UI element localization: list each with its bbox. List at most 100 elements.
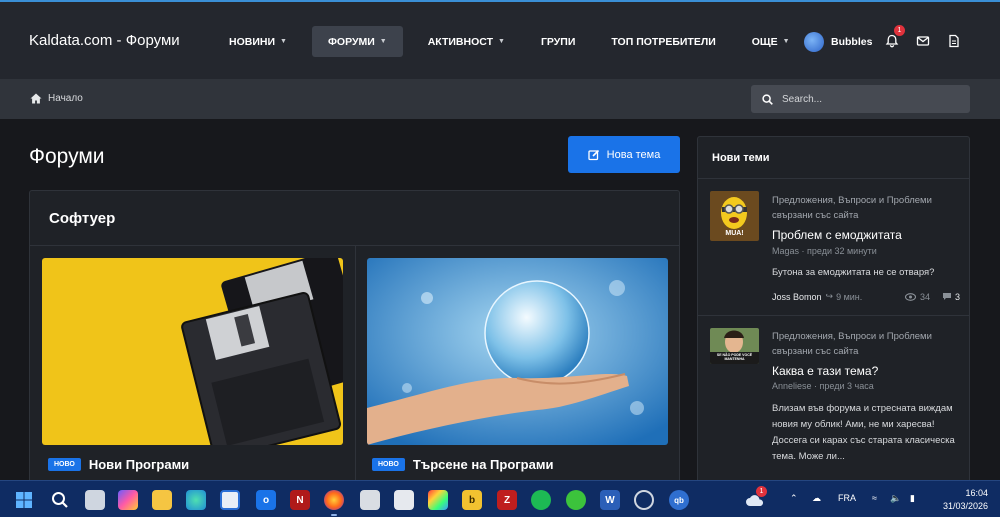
topic-thumbnail: MUA! [710,191,759,241]
reply-arrow-icon: ↪ [825,291,834,301]
divider [698,315,969,316]
main-nav: НОВИНИ ▼ ФОРУМИ ▼ АКТИВНОСТ ▼ ГРУПИ ТОП ПОТ… [218,26,815,57]
edge-icon[interactable] [186,490,206,510]
remote-app-icon[interactable] [634,490,654,510]
nav-groups-label: ГРУПИ [540,35,576,48]
clock-time: 16:04 [965,488,988,498]
site-brand[interactable]: Kaldata.com - Форуми [29,32,180,49]
file-explorer-icon[interactable] [152,490,172,510]
forum-tile-image-software-search[interactable] [367,258,668,445]
forum-name: Търсене на Програми [412,457,554,472]
topic-category[interactable]: Предложения, Въпроси и Проблеми свързани… [772,193,962,223]
breadcrumb-home: Начало [48,93,83,104]
topic-excerpt: Влизам във форума и стресната виждам нов… [772,403,955,462]
nav-forums[interactable]: ФОРУМИ ▼ [311,26,403,57]
search-input[interactable]: Search... [751,85,970,113]
document-app-icon[interactable] [394,490,414,510]
topic-thumbnail: SE NÃO PODE VOCÊ MANTENHA [710,328,759,364]
eye-icon [904,292,916,301]
chevron-down-icon: ▼ [280,38,287,45]
username: Bubbles [831,36,873,48]
word-icon[interactable]: W [600,490,620,510]
topic-meta: Anneliese · преди 3 часа [772,381,874,391]
nav-news-label: НОВИНИ [229,35,276,48]
battery-icon[interactable]: ▮ [910,493,915,504]
task-view-icon[interactable] [85,490,105,510]
topic-title[interactable]: Каква е тази тема? [772,364,878,378]
nav-top-users-label: ТОП ПОТРЕБИТЕЛИ [611,35,716,48]
widget-title: Нови теми [698,137,969,179]
topic-excerpt: Бутона за емоджитата не се отваря? [772,267,935,278]
breadcrumb[interactable]: Начало [30,93,83,104]
magnifier-app-icon[interactable] [360,490,380,510]
forum-tile-software-search[interactable]: НОВО Търсене на Програми [372,457,553,472]
home-icon [30,93,42,104]
nav-activity-label: АКТИВНОСТ [427,35,494,48]
search-icon [762,93,773,105]
search-icon[interactable] [50,490,70,510]
envelope-icon[interactable] [916,34,930,48]
topic-meta: Magas · преди 32 минути [772,246,877,256]
store-icon[interactable] [220,490,240,510]
volume-icon[interactable]: 🔈 [890,493,901,504]
nav-activity[interactable]: АКТИВНОСТ ▼ [417,26,516,57]
new-badge: НОВО [48,458,81,471]
os-taskbar: o N b Z W qb 1 ⌃ ☁ FRA ≈ 🔈 ▮ 16:04 31/03… [0,480,1000,517]
chevron-down-icon: ▼ [498,38,505,45]
thumbnail-caption: SE NÃO PODE VOCÊ MANTENHA [716,353,753,361]
qbittorrent-icon[interactable]: qb [669,490,689,510]
chevron-down-icon: ▼ [782,38,790,45]
copilot-icon[interactable] [118,490,138,510]
user-menu[interactable]: Bubbles [804,32,872,52]
forum-tile-image-new-programs[interactable] [42,258,343,445]
edit-icon [588,149,599,160]
topic-title[interactable]: Проблем с емоджитата [772,228,902,242]
bell-icon[interactable] [885,34,899,48]
wifi-icon[interactable]: ≈ [872,493,877,503]
globe-hand-image [367,258,668,445]
nav-forums-label: ФОРУМИ [327,35,375,48]
forum-tile-new-programs[interactable]: НОВО Нови Програми [48,457,189,472]
weather-badge: 1 [756,486,767,497]
outlook-icon[interactable]: o [256,490,276,510]
notification-badge: 1 [894,25,905,36]
page-title: Форуми [29,145,105,168]
category-title[interactable]: Софтуер [30,191,679,246]
app-icon[interactable]: N [290,490,310,510]
nav-news[interactable]: НОВИНИ ▼ [218,26,298,57]
forum-name: Нови Програми [88,457,190,472]
app-icon[interactable]: b [462,490,482,510]
floppy-disk-image [42,258,343,445]
nav-more-label: ОЩЕ [751,35,778,48]
replies-count: 3 [954,291,960,302]
new-topics-widget: Нови теми MUA! Предложения, Въпроси и Пр… [697,136,970,490]
top-header: Kaldata.com - Форуми НОВИНИ ▼ ФОРУМИ ▼ АКТ… [0,0,1000,79]
comment-icon [942,293,951,300]
document-icon[interactable] [947,34,961,48]
firefox-icon[interactable] [324,490,344,510]
language-indicator[interactable]: FRA [838,493,856,503]
windows-start-icon[interactable] [14,490,34,510]
new-topic-label: Нова тема [606,148,661,161]
new-badge: НОВО [372,458,405,471]
last-reply-time: 9 мин. [836,291,863,302]
active-app-indicator [331,514,337,516]
filezilla-icon[interactable]: Z [497,490,517,510]
nav-top-users[interactable]: ТОП ПОТРЕБИТЕЛИ [600,26,726,57]
chevron-up-icon[interactable]: ⌃ [790,493,798,504]
nav-groups[interactable]: ГРУПИ [530,26,586,57]
views-count: 34 [919,291,930,302]
network-sync-icon[interactable]: ☁ [812,493,821,504]
cloud-app-icon[interactable] [566,490,586,510]
nav-more[interactable]: ОЩЕ ▼ [741,26,801,57]
thumbnail-caption: MUA! [725,230,744,237]
system-clock[interactable]: 16:04 31/03/2026 [938,487,988,513]
spotify-icon[interactable] [531,490,551,510]
topic-category[interactable]: Предложения, Въпроси и Проблеми свързани… [772,329,962,359]
category-card-software: Софтуер НОВО Нови Програми НОВО Търсене … [29,190,680,490]
topic-stats: Joss Bomon ↪ 9 мин. 34 3 [772,291,960,302]
last-reply-author[interactable]: Joss Bomon [772,292,822,302]
new-topic-button[interactable]: Нова тема [568,136,680,173]
color-app-icon[interactable] [428,490,448,510]
clock-date: 31/03/2026 [942,501,988,511]
